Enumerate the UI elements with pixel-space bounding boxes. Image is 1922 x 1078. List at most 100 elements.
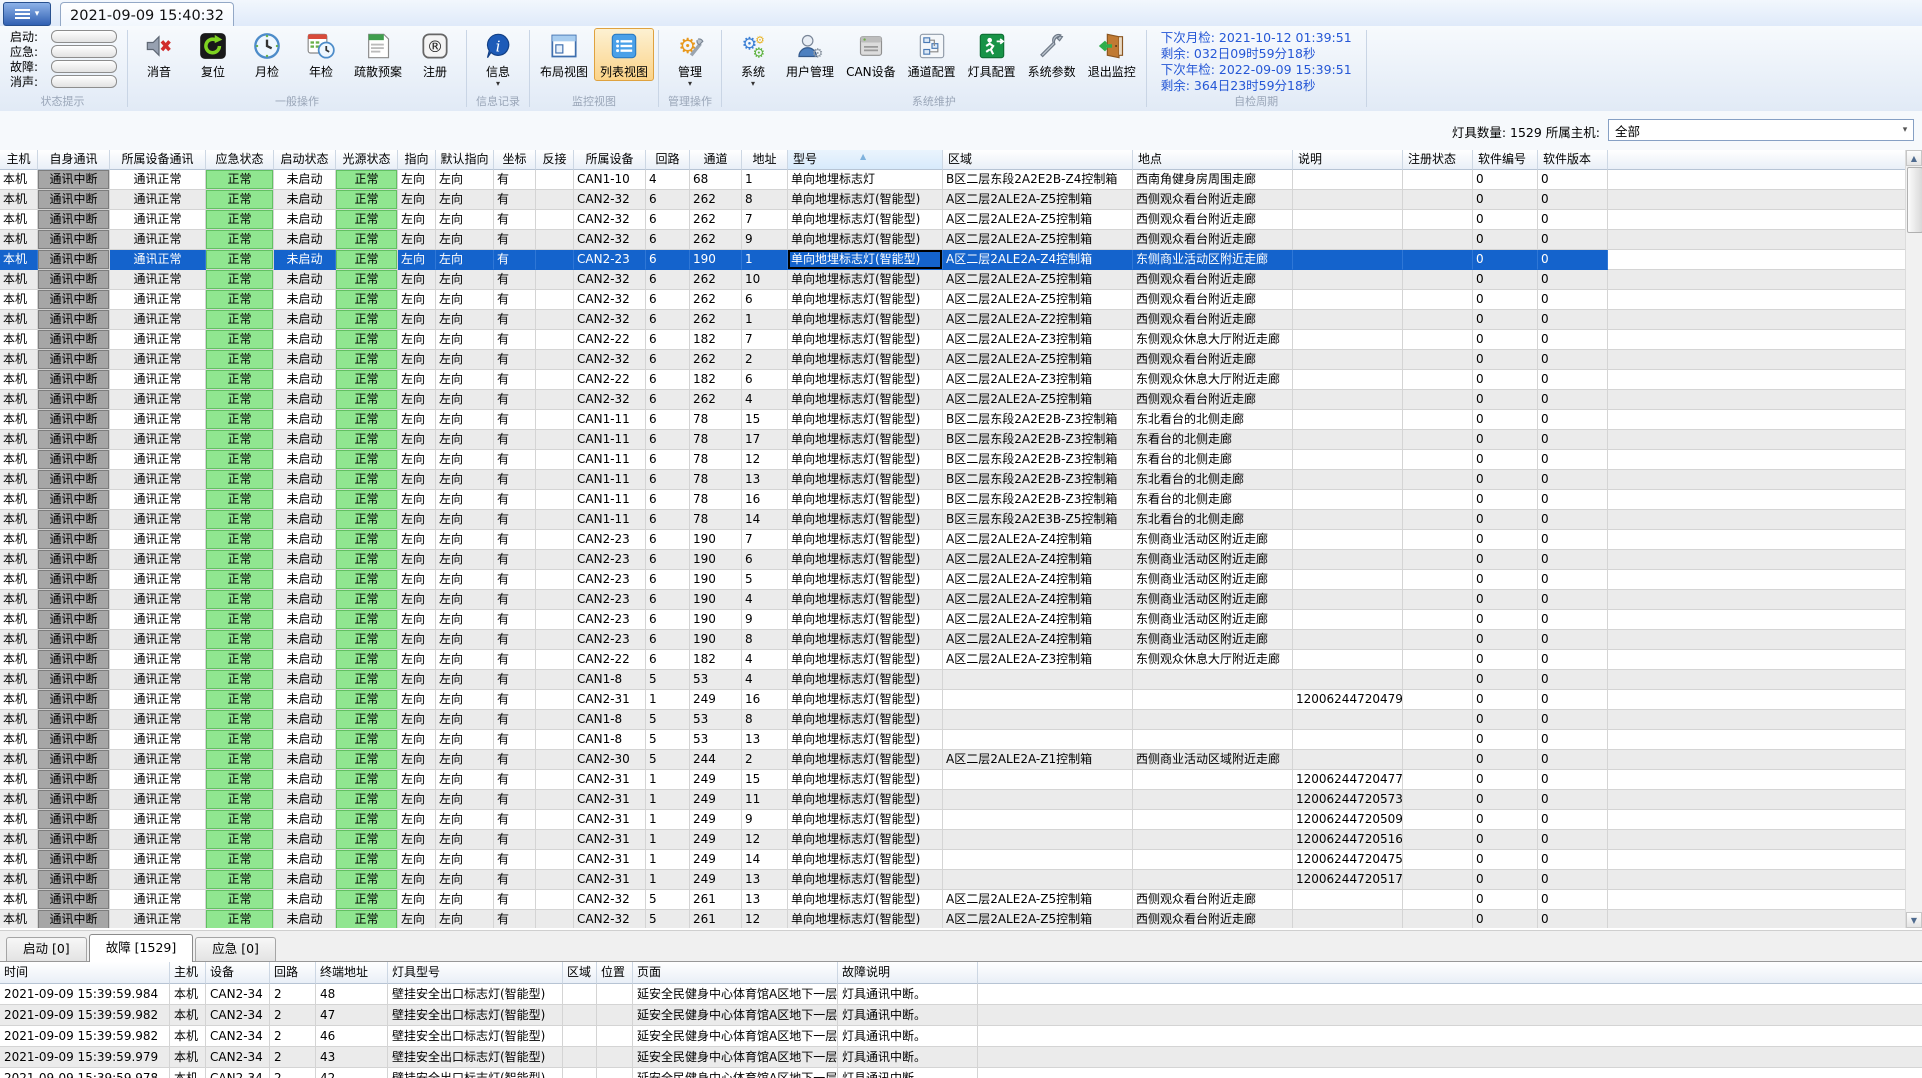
lamp-row[interactable]: 本机 通讯中断 通讯正常 正常 未启动 正常 左向 左向有 CAN2-22 6 182 7 单向地埋标志… bbox=[0, 330, 1922, 350]
lamp-row[interactable]: 本机 通讯中断 通讯正常 正常 未启动 正常 左向 左向有 CAN2-22 6 182 6 单向地埋标志… bbox=[0, 370, 1922, 390]
fault-row[interactable]: 2021-09-09 15:39:59.979 本机 CAN2-34 2 43 壁挂安全出… bbox=[0, 1047, 1922, 1068]
lamp-row[interactable]: 本机 通讯中断 通讯正常 正常 未启动 正常 左向 左向有 CAN1-11 6 78 17 单向地埋标志… bbox=[0, 430, 1922, 450]
lamp-row[interactable]: 本机 通讯中断 通讯正常 正常 未启动 正常 左向 左向有 CAN2-23 6 190 6 单向地埋标志… bbox=[0, 550, 1922, 570]
lamp-row[interactable]: 本机 通讯中断 通讯正常 正常 未启动 正常 左向 左向有 CAN1-8 5 53 13 单向地埋标志灯… bbox=[0, 730, 1922, 750]
lamp-row[interactable]: 本机 通讯中断 通讯正常 正常 未启动 正常 左向 左向有 CAN2-32 6 262 7 单向地埋标志… bbox=[0, 210, 1922, 230]
reset-button[interactable]: 复位 bbox=[186, 28, 240, 81]
lamp-row[interactable]: 本机 通讯中断 通讯正常 正常 未启动 正常 左向 左向有 CAN2-31 1 249 15 单向地埋标… bbox=[0, 770, 1922, 790]
column-header-model[interactable]: 型号 ▲ bbox=[788, 150, 943, 170]
fault-row[interactable]: 2021-09-09 15:39:59.982 本机 CAN2-34 2 47 壁挂安全出… bbox=[0, 1005, 1922, 1026]
column-header-loop[interactable]: 回路 bbox=[270, 962, 316, 984]
tab-emergency-events[interactable]: 应急 [0] bbox=[195, 937, 276, 961]
scrollbar-thumb[interactable] bbox=[1907, 167, 1922, 233]
host-select[interactable]: 全部 ▾ bbox=[1608, 119, 1914, 141]
info-button[interactable]: i 信息 ▾ bbox=[471, 28, 525, 88]
channel-config-button[interactable]: 通道配置 bbox=[902, 28, 962, 81]
column-header-reverse[interactable]: 反接 bbox=[536, 150, 574, 170]
list-view-button[interactable]: 列表视图 bbox=[594, 28, 655, 81]
column-header-self-comm[interactable]: 自身通讯 bbox=[38, 150, 110, 170]
lamp-row[interactable]: 本机 通讯中断 通讯正常 正常 未启动 正常 左向 左向有 CAN2-23 6 190 5 单向地埋标志… bbox=[0, 570, 1922, 590]
lamp-row[interactable]: 本机 通讯中断 通讯正常 正常 未启动 正常 左向 左向有 CAN2-32 6 262 1 单向地埋标志… bbox=[0, 310, 1922, 330]
column-header-software-no[interactable]: 软件编号 bbox=[1473, 150, 1538, 170]
tab-start-events[interactable]: 启动 [0] bbox=[6, 937, 87, 961]
lamp-row[interactable]: 本机 通讯中断 通讯正常 正常 未启动 正常 左向 左向有 CAN2-30 5 244 2 单向地埋标志… bbox=[0, 750, 1922, 770]
column-header-direction[interactable]: 指向 bbox=[398, 150, 436, 170]
lamp-row[interactable]: 本机 通讯中断 通讯正常 正常 未启动 正常 左向 左向有 CAN2-32 5 261 13 单向地埋标… bbox=[0, 890, 1922, 910]
fault-row[interactable]: 2021-09-09 15:39:59.982 本机 CAN2-34 2 46 壁挂安全出… bbox=[0, 1026, 1922, 1047]
lamp-row[interactable]: 本机 通讯中断 通讯正常 正常 未启动 正常 左向 左向有 CAN1-11 6 78 14 单向地埋标志… bbox=[0, 510, 1922, 530]
tab-fault-events[interactable]: 故障 [1529] bbox=[88, 934, 194, 962]
lamp-row[interactable]: 本机 通讯中断 通讯正常 正常 未启动 正常 左向 左向有 CAN2-31 1 249 16 单向地埋标… bbox=[0, 690, 1922, 710]
lamp-row[interactable]: 本机 通讯中断 通讯正常 正常 未启动 正常 左向 左向有 CAN2-32 6 262 6 单向地埋标志… bbox=[0, 290, 1922, 310]
register-button[interactable]: ® 注册 bbox=[408, 28, 462, 81]
column-header-address[interactable]: 地址 bbox=[742, 150, 788, 170]
monthly-check-button[interactable]: 月检 bbox=[240, 28, 294, 81]
column-header-loop[interactable]: 回路 bbox=[646, 150, 690, 170]
column-header-light-status[interactable]: 光源状态 bbox=[336, 150, 398, 170]
lamp-row[interactable]: 本机 通讯中断 通讯正常 正常 未启动 正常 左向 左向有 CAN1-11 6 78 16 单向地埋标志… bbox=[0, 490, 1922, 510]
lamp-row[interactable]: 本机 通讯中断 通讯正常 正常 未启动 正常 左向 左向有 CAN1-11 6 78 15 单向地埋标志… bbox=[0, 410, 1922, 430]
lamp-row[interactable]: 本机 通讯中断 通讯正常 正常 未启动 正常 左向 左向有 CAN2-32 5 261 12 单向地埋标… bbox=[0, 910, 1922, 928]
can-device-button[interactable]: CAN设备 bbox=[840, 28, 902, 81]
column-header-region[interactable]: 区域 bbox=[943, 150, 1133, 170]
lamp-row[interactable]: 本机 通讯中断 通讯正常 正常 未启动 正常 左向 左向有 CAN1-11 6 78 12 单向地埋标志… bbox=[0, 450, 1922, 470]
column-header-region[interactable]: 区域 bbox=[563, 962, 597, 984]
lamp-row[interactable]: 本机 通讯中断 通讯正常 正常 未启动 正常 左向 左向有 CAN2-23 6 190 4 单向地埋标志… bbox=[0, 590, 1922, 610]
column-header-position[interactable]: 位置 bbox=[597, 962, 633, 984]
lamp-row[interactable]: 本机 通讯中断 通讯正常 正常 未启动 正常 左向 左向有 CAN1-11 6 78 13 单向地埋标志… bbox=[0, 470, 1922, 490]
column-header-register-status[interactable]: 注册状态 bbox=[1403, 150, 1473, 170]
column-header-channel[interactable]: 通道 bbox=[690, 150, 742, 170]
lamp-row[interactable]: 本机 通讯中断 通讯正常 正常 未启动 正常 左向 左向有 CAN2-23 6 190 7 单向地埋标志… bbox=[0, 530, 1922, 550]
system-button[interactable]: ⚙ ⚙ ⚙ 系统 ▾ bbox=[726, 28, 780, 88]
scroll-up-button[interactable]: ▲ bbox=[1906, 150, 1922, 166]
lamp-row[interactable]: 本机 通讯中断 通讯正常 正常 未启动 正常 左向 左向有 CAN2-23 6 190 1 单向地埋标志… bbox=[0, 250, 1922, 270]
column-header-device[interactable]: 所属设备 bbox=[574, 150, 646, 170]
column-header-terminal-address[interactable]: 终端地址 bbox=[316, 962, 388, 984]
lamp-row[interactable]: 本机 通讯中断 通讯正常 正常 未启动 正常 左向 左向有 CAN1-8 5 53 8 单向地埋标志灯(… bbox=[0, 710, 1922, 730]
lamp-row[interactable]: 本机 通讯中断 通讯正常 正常 未启动 正常 左向 左向有 CAN2-32 6 262 10 单向地埋标… bbox=[0, 270, 1922, 290]
column-header-start-status[interactable]: 启动状态 bbox=[274, 150, 336, 170]
column-header-device-comm[interactable]: 所属设备通讯 bbox=[110, 150, 206, 170]
column-header-note[interactable]: 说明 bbox=[1293, 150, 1403, 170]
annual-check-button[interactable]: 年检 bbox=[294, 28, 348, 81]
column-header-software-version[interactable]: 软件版本 bbox=[1538, 150, 1608, 170]
lamp-row[interactable]: 本机 通讯中断 通讯正常 正常 未启动 正常 左向 左向有 CAN2-32 6 262 2 单向地埋标志… bbox=[0, 350, 1922, 370]
column-header-fault-description[interactable]: 故障说明 bbox=[838, 962, 978, 984]
column-header-device[interactable]: 设备 bbox=[206, 962, 270, 984]
vertical-scrollbar[interactable]: ▲ ▼ bbox=[1905, 150, 1922, 928]
lamp-row[interactable]: 本机 通讯中断 通讯正常 正常 未启动 正常 左向 左向有 CAN2-31 1 249 13 单向地埋标… bbox=[0, 870, 1922, 890]
evacuation-plan-button[interactable]: 疏散预案 bbox=[348, 28, 408, 81]
column-header-coordinate[interactable]: 坐标 bbox=[494, 150, 536, 170]
fault-row[interactable]: 2021-09-09 15:39:59.978 本机 CAN2-34 2 42 壁挂安全出… bbox=[0, 1068, 1922, 1078]
lamp-row[interactable]: 本机 通讯中断 通讯正常 正常 未启动 正常 左向 左向有 CAN2-31 1 249 14 单向地埋标… bbox=[0, 850, 1922, 870]
system-params-button[interactable]: 系统参数 bbox=[1022, 28, 1082, 81]
lamp-row[interactable]: 本机 通讯中断 通讯正常 正常 未启动 正常 左向 左向有 CAN2-31 1 249 11 单向地埋标… bbox=[0, 790, 1922, 810]
layout-view-button[interactable]: 布局视图 bbox=[534, 28, 594, 81]
column-header-host[interactable]: 主机 bbox=[0, 150, 38, 170]
column-header-emergency-status[interactable]: 应急状态 bbox=[206, 150, 274, 170]
user-manage-button[interactable]: ⚙ 用户管理 bbox=[780, 28, 840, 81]
column-header-location[interactable]: 地点 bbox=[1133, 150, 1293, 170]
exit-monitor-button[interactable]: 退出监控 bbox=[1082, 28, 1142, 81]
lamp-row[interactable]: 本机 通讯中断 通讯正常 正常 未启动 正常 左向 左向有 CAN1-8 5 53 4 单向地埋标志灯(… bbox=[0, 670, 1922, 690]
window-title-tab[interactable]: 2021-09-09 15:40:32 bbox=[60, 2, 234, 28]
lamp-row[interactable]: 本机 通讯中断 通讯正常 正常 未启动 正常 左向 左向有 CAN2-31 1 249 9 单向地埋标志… bbox=[0, 810, 1922, 830]
manage-button[interactable]: ⚙ 管理 ▾ bbox=[663, 28, 717, 88]
lamp-row[interactable]: 本机 通讯中断 通讯正常 正常 未启动 正常 左向 左向有 CAN2-22 6 182 4 单向地埋标志… bbox=[0, 650, 1922, 670]
fault-row[interactable]: 2021-09-09 15:39:59.984 本机 CAN2-34 2 48 壁挂安全出… bbox=[0, 984, 1922, 1005]
lamp-row[interactable]: 本机 通讯中断 通讯正常 正常 未启动 正常 左向 左向有 CAN2-23 6 190 8 单向地埋标志… bbox=[0, 630, 1922, 650]
lamp-row[interactable]: 本机 通讯中断 通讯正常 正常 未启动 正常 左向 左向有 CAN1-10 4 68 1 单向地埋标志灯… bbox=[0, 170, 1922, 190]
column-header-default-direction[interactable]: 默认指向 bbox=[436, 150, 494, 170]
lamp-row[interactable]: 本机 通讯中断 通讯正常 正常 未启动 正常 左向 左向有 CAN2-32 6 262 9 单向地埋标志… bbox=[0, 230, 1922, 250]
column-header-page[interactable]: 页面 bbox=[633, 962, 838, 984]
lamp-config-button[interactable]: 灯具配置 bbox=[962, 28, 1022, 81]
column-header-lamp-model[interactable]: 灯具型号 bbox=[388, 962, 563, 984]
lamp-row[interactable]: 本机 通讯中断 通讯正常 正常 未启动 正常 左向 左向有 CAN2-32 6 262 4 单向地埋标志… bbox=[0, 390, 1922, 410]
column-header-host[interactable]: 主机 bbox=[170, 962, 206, 984]
lamp-row[interactable]: 本机 通讯中断 通讯正常 正常 未启动 正常 左向 左向有 CAN2-23 6 190 9 单向地埋标志… bbox=[0, 610, 1922, 630]
scroll-down-button[interactable]: ▼ bbox=[1906, 912, 1922, 928]
column-header-time[interactable]: 时间 bbox=[0, 962, 170, 984]
lamp-row[interactable]: 本机 通讯中断 通讯正常 正常 未启动 正常 左向 左向有 CAN2-32 6 262 8 单向地埋标志… bbox=[0, 190, 1922, 210]
mute-button[interactable]: 消音 bbox=[132, 28, 186, 81]
app-menu-button[interactable]: ▾ bbox=[3, 2, 51, 26]
